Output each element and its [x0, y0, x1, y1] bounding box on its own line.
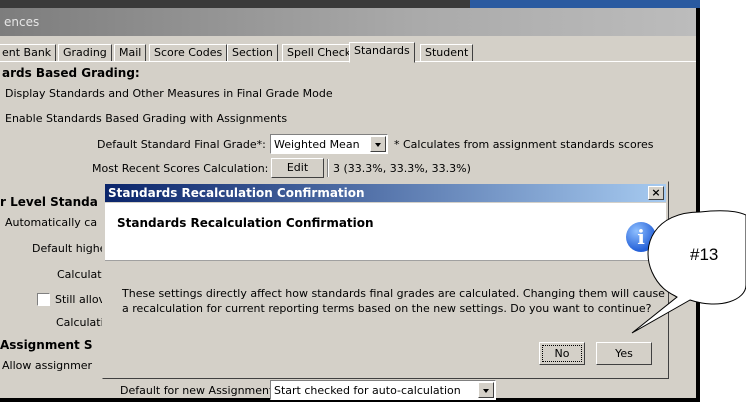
still-allow-checkbox[interactable]	[37, 293, 50, 306]
section-heading-sbg: ards Based Grading:	[2, 66, 140, 80]
screenshot-frame: ences ent Bank Grading Mail Score Codes …	[0, 0, 746, 407]
tab-student[interactable]: Student	[420, 44, 474, 62]
window-title: ences	[4, 15, 40, 29]
section-heading-assignment: Assignment S	[0, 338, 93, 352]
right-margin	[700, 0, 746, 407]
chevron-down-icon[interactable]	[478, 382, 494, 398]
callout-label: #13	[690, 245, 719, 264]
section-heading-level-standards: r Level Standa	[0, 195, 98, 209]
tab-gradebank[interactable]: ent Bank	[0, 44, 57, 62]
dialog-heading: Standards Recalculation Confirmation	[117, 216, 374, 230]
option-allow-assignments[interactable]: Allow assignmer	[2, 359, 92, 372]
recent-scores-label: Most Recent Scores Calculation:	[92, 162, 269, 175]
default-new-assignments-value: Start checked for auto-calculation	[274, 384, 461, 397]
default-final-grade-value: Weighted Mean	[274, 138, 360, 151]
yes-button[interactable]: Yes	[596, 342, 652, 365]
window-titlebar: ences	[0, 8, 696, 36]
tab-standards[interactable]: Standards	[349, 42, 415, 63]
confirmation-dialog: Standards Recalculation Confirmation × S…	[102, 181, 669, 379]
calculate-label: Calculat	[57, 268, 102, 281]
tab-grading[interactable]: Grading	[58, 44, 112, 62]
tab-section[interactable]: Section	[227, 44, 278, 62]
option-enable-sbg[interactable]: Enable Standards Based Grading with Assi…	[5, 112, 287, 125]
default-final-grade-note: * Calculates from assignment standards s…	[394, 138, 654, 151]
dialog-message-line2: a recalculation for current reporting te…	[122, 302, 652, 315]
dialog-message-line1: These settings directly affect how stand…	[122, 287, 665, 300]
default-higher-label: Default highe	[32, 242, 107, 255]
option-display-standards[interactable]: Display Standards and Other Measures in …	[5, 87, 333, 100]
default-new-assignments-select[interactable]: Start checked for auto-calculation	[270, 380, 496, 400]
separator	[327, 159, 329, 177]
dialog-title: Standards Recalculation Confirmation	[108, 186, 365, 200]
dialog-header: Standards Recalculation Confirmation i	[105, 203, 666, 261]
tab-mail[interactable]: Mail	[114, 44, 147, 62]
option-auto-calc[interactable]: Automatically ca	[5, 216, 97, 229]
close-icon[interactable]: ×	[648, 186, 664, 200]
tab-strip: ent Bank Grading Mail Score Codes Sectio…	[0, 42, 696, 63]
background-strip-blue	[470, 0, 700, 8]
default-new-assignments-label: Default for new Assignments:	[120, 384, 283, 397]
default-final-grade-label: Default Standard Final Grade*:	[97, 138, 266, 151]
recent-scores-value: 3 (33.3%, 33.3%, 33.3%)	[333, 162, 471, 175]
calculation-label: Calculati	[56, 316, 104, 329]
chevron-down-icon[interactable]	[370, 136, 386, 152]
background-strip	[0, 0, 700, 8]
default-final-grade-select[interactable]: Weighted Mean	[270, 134, 388, 154]
dialog-message: These settings directly affect how stand…	[122, 286, 665, 316]
dialog-titlebar: Standards Recalculation Confirmation ×	[105, 184, 666, 202]
edit-button[interactable]: Edit	[271, 158, 324, 178]
no-button[interactable]: No	[539, 342, 585, 365]
tab-spell-check[interactable]: Spell Check	[282, 44, 357, 62]
info-icon: i	[626, 222, 656, 252]
still-allow-label: Still allov	[55, 293, 106, 306]
tab-score-codes[interactable]: Score Codes	[149, 44, 228, 62]
tab-baseline	[0, 61, 696, 62]
